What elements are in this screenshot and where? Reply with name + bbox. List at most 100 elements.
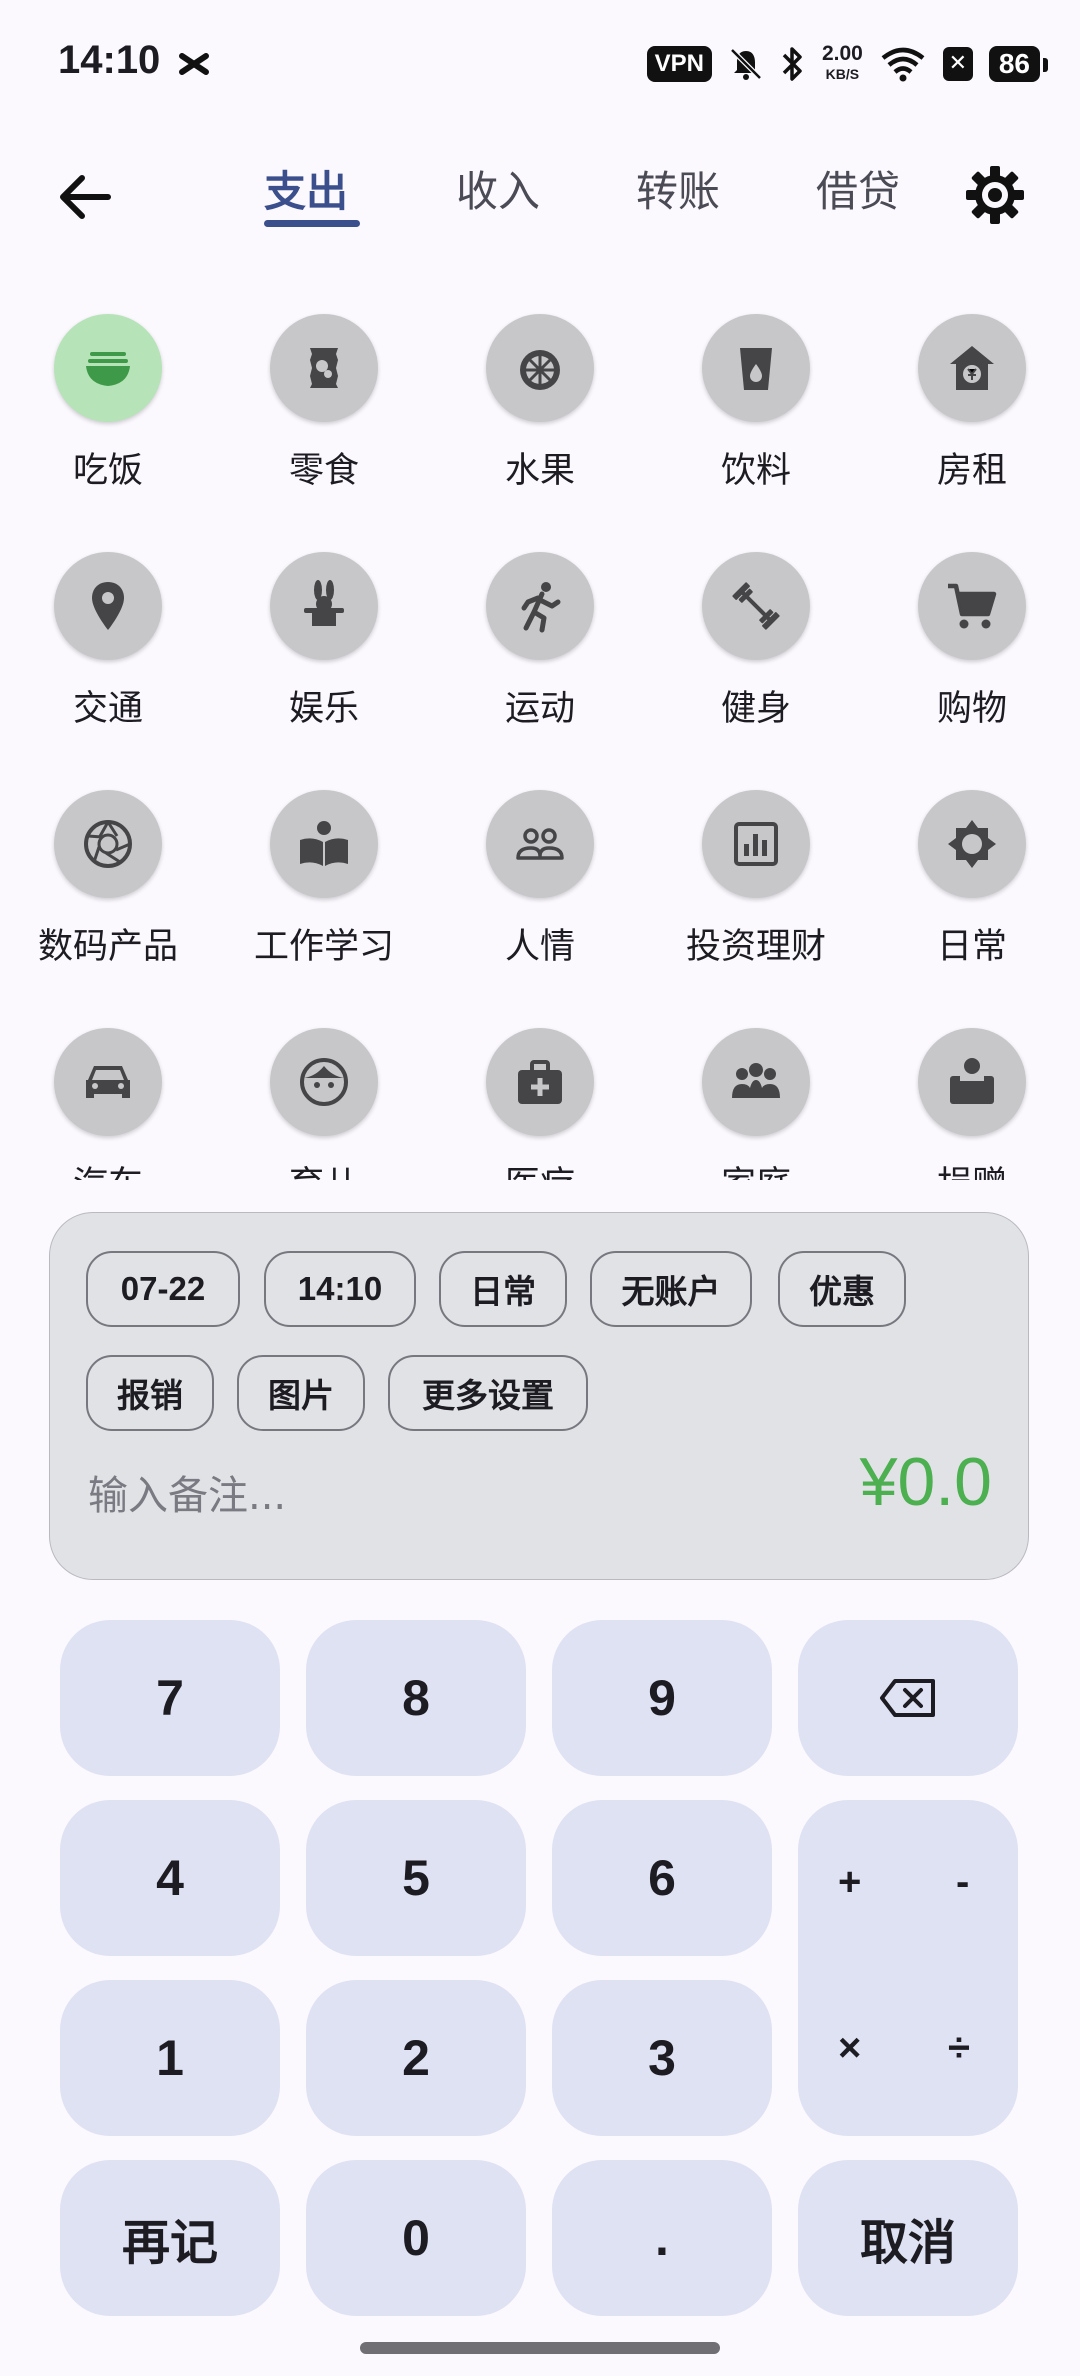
reimburse-chip[interactable]: 报销 xyxy=(86,1355,214,1431)
category-snacks[interactable]: 零食 xyxy=(216,314,432,493)
status-icons: VPN 2.00 KB/S ✕ 86 xyxy=(646,36,1049,92)
category-icon-circle xyxy=(486,790,594,898)
key-9[interactable]: 9 xyxy=(552,1620,772,1776)
vpn-badge: VPN xyxy=(646,46,712,82)
app-notification-icon: ✕ xyxy=(942,47,973,81)
cancel-button[interactable]: 取消 xyxy=(798,2160,1018,2316)
category-label: 娱乐 xyxy=(288,689,359,729)
bell-off-icon xyxy=(730,48,762,80)
category-icon-circle xyxy=(702,314,810,422)
magic-hat-icon xyxy=(304,580,344,626)
category-social[interactable]: 人情 xyxy=(432,790,648,969)
tab-indicator xyxy=(264,220,360,227)
category-drinks[interactable]: 饮料 xyxy=(648,314,864,493)
record-again-button[interactable]: 再记 xyxy=(60,2160,280,2316)
category-transport[interactable]: 交通 xyxy=(0,552,216,731)
times-operator[interactable]: × xyxy=(838,2026,861,2071)
divide-operator[interactable]: ÷ xyxy=(948,2026,970,2071)
plus-operator[interactable]: + xyxy=(838,1860,861,1905)
book-reader-icon xyxy=(300,821,348,866)
category-entertainment[interactable]: 娱乐 xyxy=(216,552,432,731)
category-label: 家庭 xyxy=(648,1156,864,1180)
category-grid: 吃饭 零食 水果 饮料 房租 交通 娱乐 运动 健身 购物 数码产品 工作学习 … xyxy=(0,310,1080,1180)
key-8[interactable]: 8 xyxy=(306,1620,526,1776)
category-fitness[interactable]: 健身 xyxy=(648,552,864,731)
key-5[interactable]: 5 xyxy=(306,1800,526,1956)
category-childcare[interactable]: 育儿 xyxy=(216,1028,432,1180)
category-shopping[interactable]: 购物 xyxy=(864,552,1080,731)
category-donation[interactable]: 捐赠 xyxy=(864,1028,1080,1180)
category-icon-circle xyxy=(270,790,378,898)
key-3[interactable]: 3 xyxy=(552,1980,772,2136)
donation-box-icon xyxy=(950,1058,994,1104)
key-1[interactable]: 1 xyxy=(60,1980,280,2136)
discount-chip[interactable]: 优惠 xyxy=(778,1251,906,1327)
medical-kit-icon xyxy=(518,1060,562,1104)
running-icon xyxy=(521,582,561,633)
minus-operator[interactable]: - xyxy=(956,1860,969,1905)
category-sports[interactable]: 运动 xyxy=(432,552,648,731)
key-dot[interactable]: . xyxy=(552,2160,772,2316)
tab-expense[interactable]: 支出 xyxy=(264,158,348,219)
category-investment[interactable]: 投资理财 xyxy=(648,790,864,969)
car-icon xyxy=(86,1066,130,1098)
backspace-button[interactable] xyxy=(798,1620,1018,1776)
tab-loan[interactable]: 借贷 xyxy=(816,158,900,219)
speed-unit: KB/S xyxy=(825,66,860,82)
sun-icon xyxy=(948,820,996,868)
category-icon-circle xyxy=(918,790,1026,898)
category-label: 饮料 xyxy=(720,451,791,491)
account-chip[interactable]: 无账户 xyxy=(590,1251,752,1327)
category-car[interactable]: 汽车 xyxy=(0,1028,216,1180)
category-chip[interactable]: 日常 xyxy=(439,1251,567,1327)
category-daily[interactable]: 日常 xyxy=(864,790,1080,969)
key-2[interactable]: 2 xyxy=(306,1980,526,2136)
date-chip[interactable]: 07-22 xyxy=(86,1251,240,1327)
key-0[interactable]: 0 xyxy=(306,2160,526,2316)
time-chip[interactable]: 14:10 xyxy=(264,1251,416,1327)
category-label: 汽车 xyxy=(0,1156,216,1180)
tab-transfer[interactable]: 转账 xyxy=(636,158,720,219)
category-dining[interactable]: 吃饭 xyxy=(0,314,216,493)
category-icon-circle xyxy=(270,314,378,422)
key-6[interactable]: 6 xyxy=(552,1800,772,1956)
more-settings-chip[interactable]: 更多设置 xyxy=(388,1355,588,1431)
category-label: 工作学习 xyxy=(253,927,394,967)
tab-income[interactable]: 收入 xyxy=(456,158,540,219)
entry-panel: 07-22 14:10 日常 无账户 优惠 报销 图片 更多设置 输入备注...… xyxy=(49,1212,1029,1580)
category-icon-circle xyxy=(702,552,810,660)
category-family[interactable]: 家庭 xyxy=(648,1028,864,1180)
category-icon-circle xyxy=(486,314,594,422)
back-arrow-icon[interactable] xyxy=(52,164,118,230)
key-7[interactable]: 7 xyxy=(60,1620,280,1776)
image-chip[interactable]: 图片 xyxy=(237,1355,365,1431)
rice-bowl-icon xyxy=(86,352,130,386)
category-icon-circle xyxy=(270,552,378,660)
category-digital[interactable]: 数码产品 xyxy=(0,790,216,969)
category-label: 健身 xyxy=(720,689,791,729)
category-icon-circle xyxy=(486,1028,594,1136)
category-work-study[interactable]: 工作学习 xyxy=(216,790,432,969)
category-label: 医疗 xyxy=(432,1156,648,1180)
category-fruit[interactable]: 水果 xyxy=(432,314,648,493)
status-bar: 14:10 VPN 2.00 KB/S ✕ 86 xyxy=(0,0,1080,126)
category-label: 育儿 xyxy=(216,1156,432,1180)
category-icon-circle xyxy=(702,1028,810,1136)
category-medical[interactable]: 医疗 xyxy=(432,1028,648,1180)
category-rent[interactable]: 房租 xyxy=(864,314,1080,493)
category-label: 捐赠 xyxy=(864,1156,1080,1180)
category-label: 房租 xyxy=(936,451,1007,491)
category-label: 日常 xyxy=(936,927,1007,967)
snack-bag-icon xyxy=(310,348,338,388)
note-input[interactable]: 输入备注... xyxy=(88,1463,286,1521)
gear-icon[interactable] xyxy=(962,162,1028,228)
category-label: 运动 xyxy=(504,689,575,729)
key-4[interactable]: 4 xyxy=(60,1800,280,1956)
category-icon-circle xyxy=(54,1028,162,1136)
category-icon-circle xyxy=(54,790,162,898)
wifi-icon xyxy=(881,47,925,82)
camera-shutter-icon xyxy=(84,820,132,868)
category-icon-circle xyxy=(918,552,1026,660)
home-indicator[interactable] xyxy=(360,2342,720,2354)
operator-key[interactable]: + - × ÷ xyxy=(798,1800,1018,2136)
